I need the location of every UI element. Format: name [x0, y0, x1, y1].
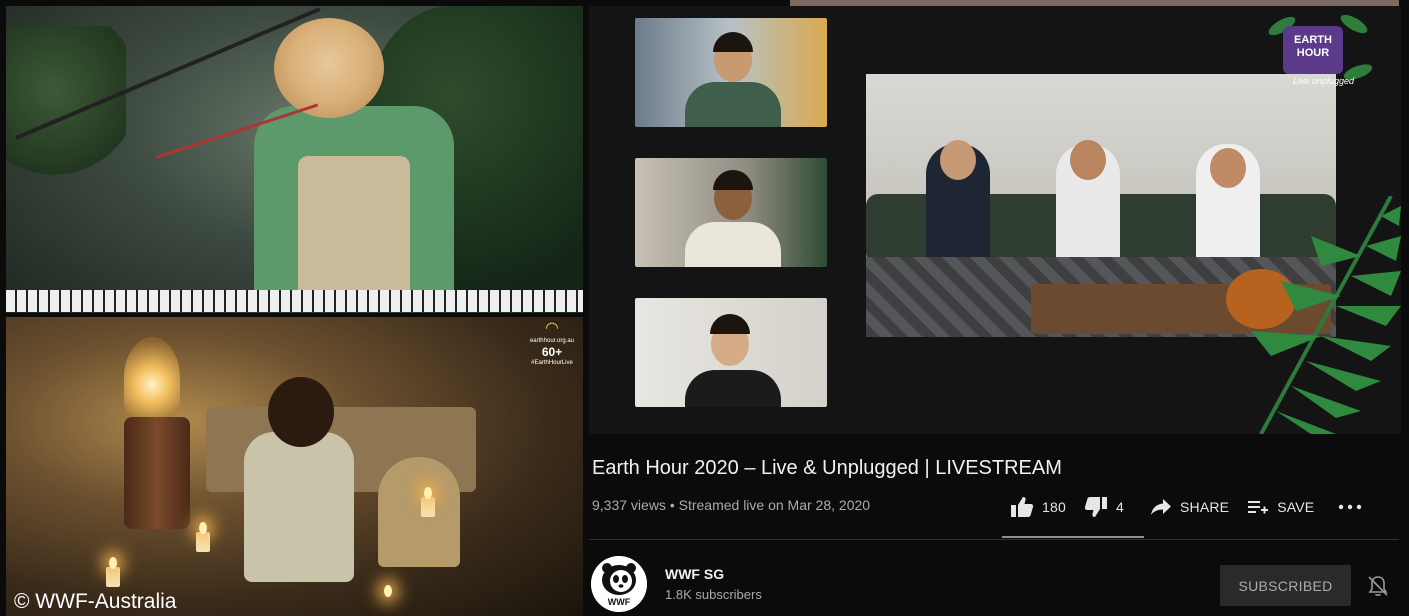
- host-3-head: [1210, 148, 1246, 188]
- candle-flame: [109, 557, 117, 569]
- guest-hair: [710, 314, 750, 334]
- video-title: Earth Hour 2020 – Live & Unplugged | LIV…: [592, 457, 1062, 479]
- save-label: SAVE: [1277, 499, 1315, 515]
- singer-head: [274, 18, 384, 118]
- candle-flame: [424, 487, 432, 499]
- channel-avatar[interactable]: WWF: [591, 556, 647, 612]
- share-button[interactable]: SHARE: [1150, 498, 1229, 516]
- watermark-60-plus: 60+: [541, 345, 563, 359]
- thumbs-up-icon: [1011, 497, 1034, 517]
- piano-keyboard: [6, 290, 583, 312]
- like-button[interactable]: 180: [1010, 496, 1066, 518]
- guest-tile-2: [635, 158, 827, 267]
- avatar-text: WWF: [607, 597, 631, 607]
- dislike-count: 4: [1115, 499, 1124, 515]
- host-1-head: [940, 140, 976, 180]
- like-count: 180: [1042, 499, 1066, 515]
- video-player[interactable]: EARTH HOUR Live unplugged: [589, 6, 1401, 434]
- guest-hair: [713, 170, 753, 190]
- piano-performer-video: [6, 6, 583, 313]
- share-label: SHARE: [1179, 499, 1230, 515]
- lamp: [124, 337, 180, 417]
- guest-tile-3: [635, 298, 827, 407]
- guest-shirt: [685, 370, 781, 407]
- wicker-chair: [378, 457, 460, 567]
- guest-tile-1: [635, 18, 827, 127]
- subscribed-button[interactable]: SUBSCRIBED: [1220, 565, 1351, 606]
- barrel: [124, 417, 190, 529]
- sentiment-bar: [1002, 536, 1144, 538]
- channel-name[interactable]: WWF SG: [665, 566, 724, 582]
- notification-bell-off-icon[interactable]: [1366, 574, 1390, 598]
- palm-leaf-decoration: [1251, 196, 1401, 434]
- host-2-head: [1070, 140, 1106, 180]
- video-meta: 9,337 views • Streamed live on Mar 28, 2…: [592, 497, 871, 513]
- badge-title: EARTH HOUR: [1283, 26, 1343, 74]
- guest-shirt: [685, 222, 781, 267]
- earth-hour-watermark: ◠ earthhour.org.au 60+ #EarthHourLive: [527, 321, 577, 367]
- thumbs-down-icon: [1084, 497, 1107, 517]
- guitarist-body: [244, 432, 354, 582]
- guest-hair: [713, 32, 753, 52]
- badge-subtitle: Live unplugged: [1293, 76, 1355, 86]
- candle: [106, 567, 120, 587]
- copyright-text: © WWF-Australia: [14, 590, 177, 613]
- plant-left: [6, 26, 126, 186]
- section-divider: [589, 539, 1399, 540]
- more-actions-button[interactable]: [1338, 504, 1370, 510]
- watermark-url: earthhour.org.au: [529, 338, 575, 344]
- singer-overalls: [298, 156, 410, 306]
- candle-flame: [199, 522, 207, 534]
- candle: [196, 532, 210, 552]
- candle: [421, 497, 435, 517]
- subscriber-count: 1.8K subscribers: [665, 587, 762, 602]
- guitar-performer-video: ◠ earthhour.org.au 60+ #EarthHourLive: [6, 317, 583, 616]
- candle-flame: [384, 585, 392, 597]
- more-horizontal-icon: [1339, 504, 1362, 510]
- guitarist-head: [268, 377, 334, 447]
- earth-hour-live-unplugged-badge: EARTH HOUR Live unplugged: [1263, 11, 1375, 96]
- signal-icon: ◠: [545, 320, 559, 337]
- guest-shirt: [685, 82, 781, 127]
- video-actions: 180 4 SHARE SAVE: [1010, 496, 1370, 518]
- dislike-button[interactable]: 4: [1084, 496, 1124, 518]
- share-arrow-icon: [1150, 499, 1171, 515]
- save-button[interactable]: SAVE: [1247, 498, 1314, 516]
- watermark-hashtag: #EarthHourLive: [531, 360, 573, 366]
- playlist-add-icon: [1248, 501, 1269, 514]
